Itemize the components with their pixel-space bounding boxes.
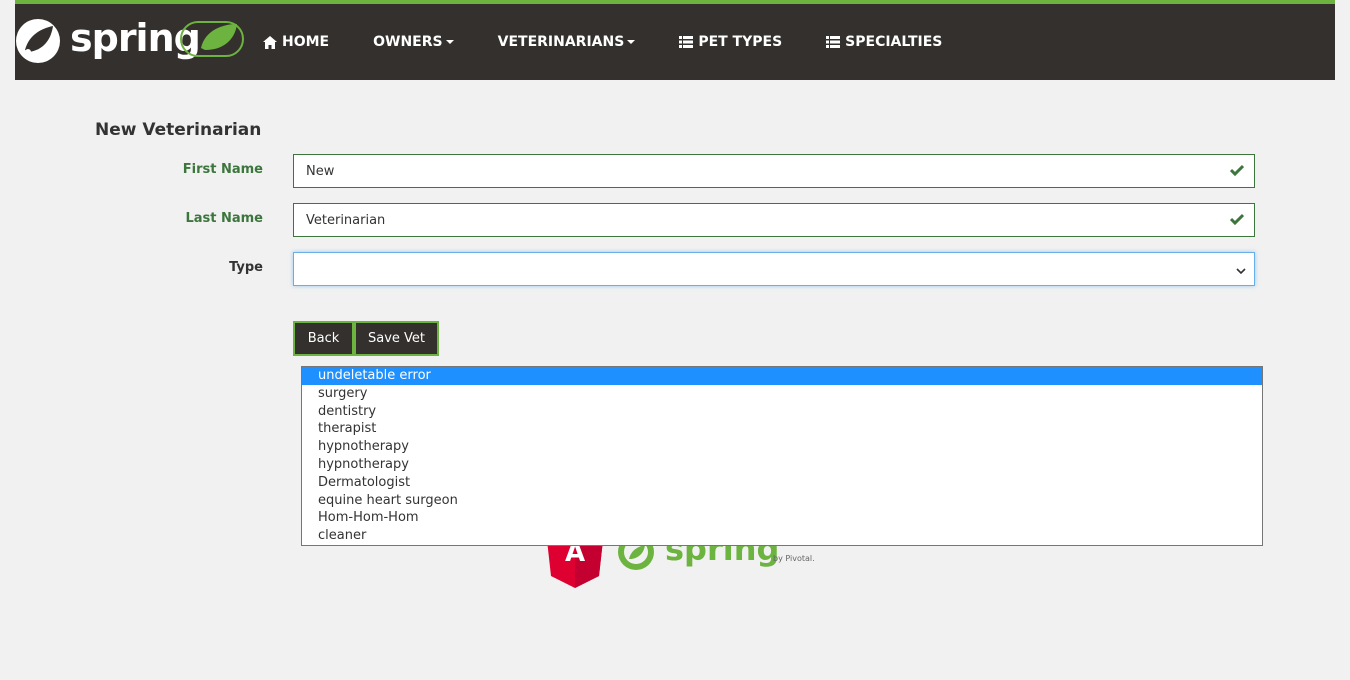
caret-down-icon [445,40,454,44]
check-icon [1229,164,1245,180]
type-options-list: undeletable error surgery dentistry ther… [301,366,1263,546]
nav-veterinarians-label: VETERINARIANS [497,34,625,50]
type-option[interactable]: dentistry [302,403,1262,421]
chevron-down-icon [1236,264,1246,279]
main-nav: HOME OWNERS VETERINARIANS PET TYPES SPEC… [263,4,986,80]
last-name-value: Veterinarian [306,212,386,228]
nav-specialties[interactable]: SPECIALTIES [826,34,942,50]
spring-leaf-icon [16,19,60,63]
nav-home-label: HOME [282,34,330,50]
boot-leaf-icon [180,21,244,57]
pivotal-text: by Pivotal. [773,554,815,563]
spring-logo[interactable]: spring [15,12,255,68]
first-name-field[interactable]: New [293,154,1255,188]
type-select[interactable] [293,252,1255,286]
page-title: New Veterinarian [95,120,262,140]
last-name-label: Last Name [185,211,263,226]
list-icon [826,36,841,48]
type-option[interactable]: hypnotherapy [302,456,1262,474]
type-option[interactable]: surgery [302,385,1262,403]
first-name-label: First Name [182,162,263,177]
caret-down-icon [627,40,636,44]
nav-pet-types-label: PET TYPES [698,34,783,50]
nav-specialties-label: SPECIALTIES [845,34,943,50]
list-icon [679,36,694,48]
nav-home[interactable]: HOME [263,34,329,50]
nav-owners[interactable]: OWNERS [373,34,454,50]
type-option[interactable]: therapist [302,420,1262,438]
type-label: Type [229,260,263,275]
type-option[interactable]: undeletable error [302,367,1262,385]
nav-owners-label: OWNERS [373,34,443,50]
last-name-field[interactable]: Veterinarian [293,203,1255,237]
type-option[interactable]: cleaner [302,527,1262,545]
check-icon [1229,213,1245,229]
type-option[interactable]: equine heart surgeon [302,492,1262,510]
type-option[interactable]: Hom-Hom-Hom [302,509,1262,527]
type-option[interactable]: hypnotherapy [302,438,1262,456]
type-option[interactable]: Dermatologist [302,474,1262,492]
top-navbar: spring HOME OWNERS VETERINARIANS PET TYP… [15,0,1335,80]
save-vet-button[interactable]: Save Vet [354,321,439,356]
home-icon [263,35,277,49]
nav-pet-types[interactable]: PET TYPES [679,34,782,50]
nav-veterinarians[interactable]: VETERINARIANS [498,34,636,50]
back-button[interactable]: Back [293,321,354,356]
first-name-value: New [306,163,335,179]
